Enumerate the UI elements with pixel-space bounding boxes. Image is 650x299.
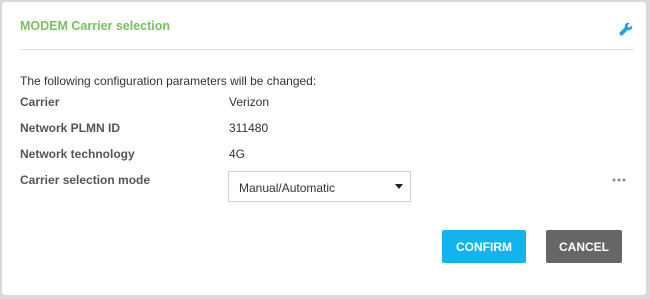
- carrier-selection-mode-select[interactable]: Manual/Automatic: [228, 171, 411, 202]
- confirm-button[interactable]: CONFIRM: [442, 230, 526, 263]
- plmn-id-value: 311480: [229, 121, 269, 135]
- carrier-label: Carrier: [20, 95, 60, 109]
- select-value: Manual/Automatic: [239, 181, 336, 195]
- dialog-header: MODEM Carrier selection: [19, 2, 634, 50]
- caret-down-icon: [395, 184, 403, 189]
- network-technology-label: Network technology: [20, 147, 135, 161]
- network-technology-value: 4G: [229, 147, 246, 161]
- plmn-id-label: Network PLMN ID: [20, 121, 121, 135]
- dialog-title: MODEM Carrier selection: [20, 19, 171, 33]
- more-options-icon[interactable]: [612, 174, 628, 188]
- wrench-icon[interactable]: [619, 22, 633, 36]
- carrier-value: Verizon: [229, 95, 270, 109]
- carrier-selection-mode-label: Carrier selection mode: [20, 173, 151, 187]
- carrier-selection-dialog: MODEM Carrier selection The following co…: [2, 2, 646, 295]
- intro-text: The following configuration parameters w…: [20, 74, 317, 88]
- cancel-button[interactable]: CANCEL: [546, 230, 622, 263]
